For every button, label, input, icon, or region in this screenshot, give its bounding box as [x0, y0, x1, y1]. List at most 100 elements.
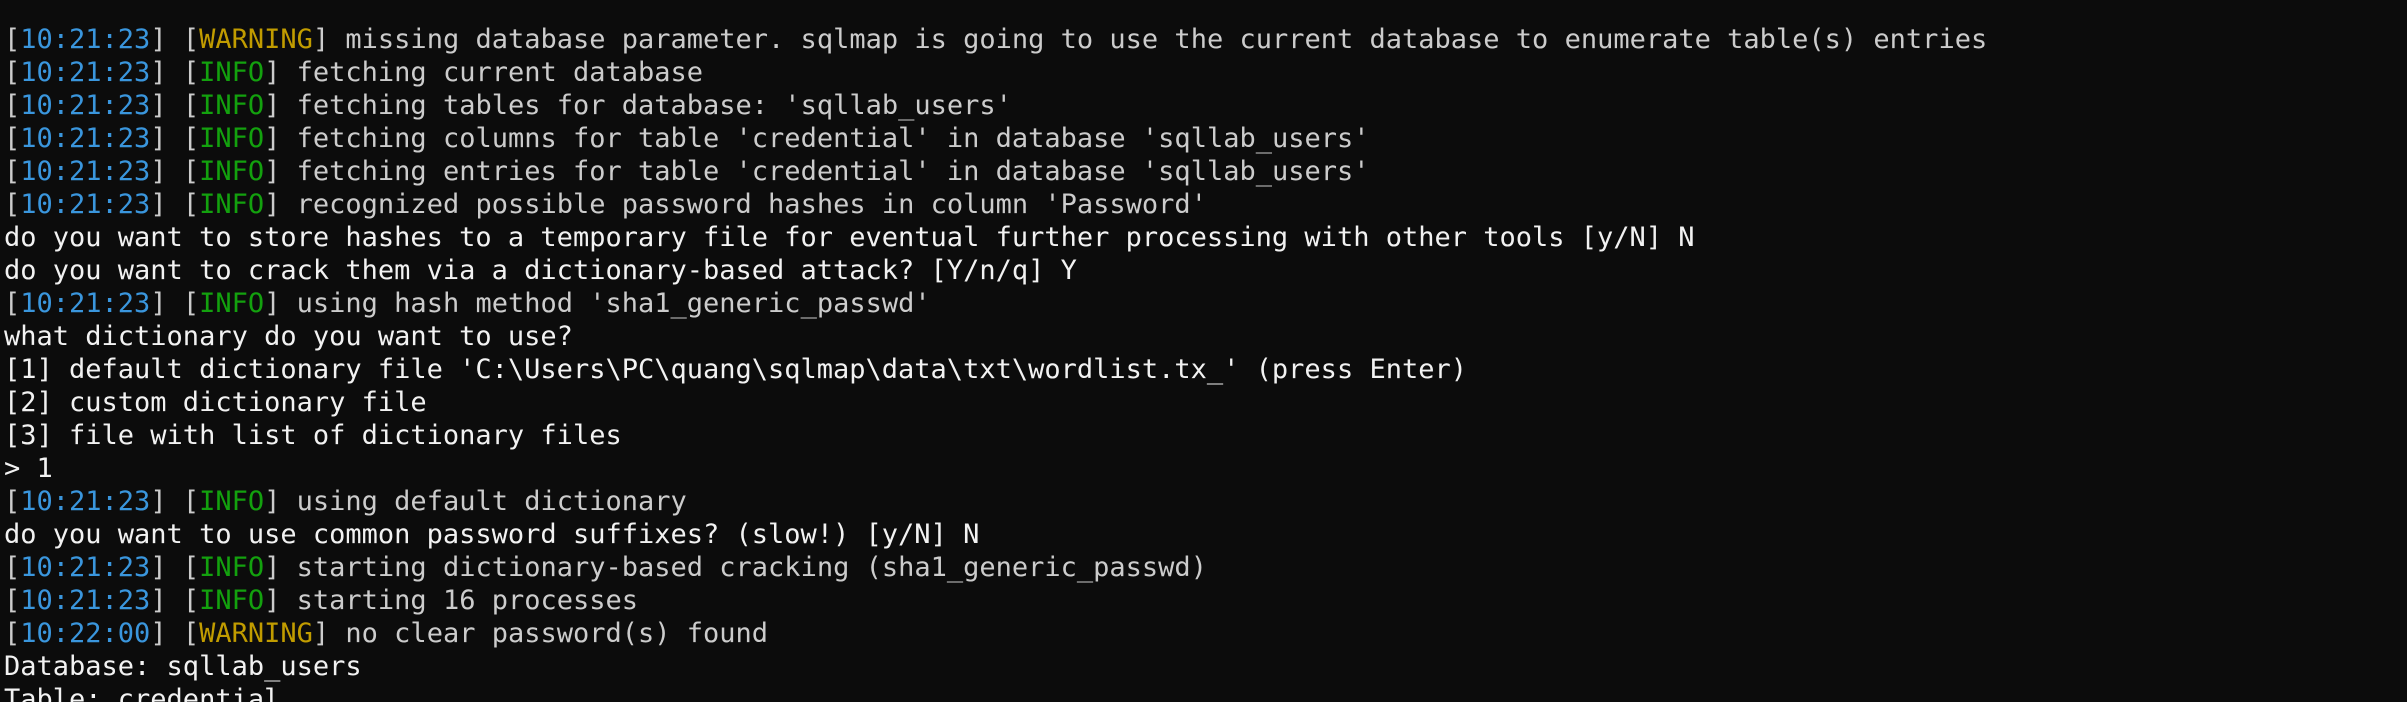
log-level: WARNING: [199, 24, 313, 55]
log-message: fetching current database: [280, 57, 704, 88]
output-text: > 1: [4, 453, 53, 484]
output-text: Database: sqllab_users: [4, 651, 362, 682]
log-timestamp: 10:21:23: [20, 123, 151, 154]
log-timestamp: 10:21:23: [20, 486, 151, 517]
log-timestamp: 10:21:23: [20, 24, 151, 55]
log-message: using hash method 'sha1_generic_passwd': [280, 288, 931, 319]
bracket: [: [4, 123, 21, 154]
output-line: do you want to crack them via a dictiona…: [4, 254, 1987, 287]
output-line: [2] custom dictionary file: [4, 386, 1987, 419]
bracket: [: [4, 486, 21, 517]
bracket: ] [: [150, 552, 200, 583]
bracket: [: [4, 90, 21, 121]
log-message: no clear password(s) found: [329, 618, 769, 649]
bracket: [: [4, 288, 21, 319]
bracket: [: [4, 156, 21, 187]
bracket: ] [: [150, 156, 200, 187]
bracket: [: [4, 552, 21, 583]
bracket: ] [: [150, 24, 200, 55]
output-text: do you want to crack them via a dictiona…: [4, 255, 1077, 286]
bracket: ] [: [150, 189, 200, 220]
log-line: [10:21:23] [INFO] using default dictiona…: [4, 485, 1987, 518]
bracket: ]: [264, 585, 281, 616]
bracket: ]: [264, 288, 281, 319]
log-line: [10:21:23] [INFO] starting dictionary-ba…: [4, 551, 1987, 584]
log-message: missing database parameter. sqlmap is go…: [329, 24, 1988, 55]
bracket: ] [: [150, 57, 200, 88]
output-line: do you want to use common password suffi…: [4, 518, 1987, 551]
bracket: ]: [312, 24, 330, 55]
log-timestamp: 10:21:23: [20, 552, 151, 583]
log-level: WARNING: [199, 618, 313, 649]
bracket: [: [4, 618, 21, 649]
bracket: ]: [264, 90, 281, 121]
log-message: fetching tables for database: 'sqllab_us…: [280, 90, 1012, 121]
log-line: [10:22:00] [WARNING] no clear password(s…: [4, 617, 1987, 650]
log-line: [10:21:23] [INFO] fetching current datab…: [4, 56, 1987, 89]
log-level: INFO: [199, 486, 265, 517]
log-line: [10:21:23] [INFO] starting 16 processes: [4, 584, 1987, 617]
output-text: do you want to store hashes to a tempora…: [4, 222, 1695, 253]
bracket: ]: [264, 156, 281, 187]
log-level: INFO: [199, 288, 265, 319]
bracket: [: [4, 24, 21, 55]
log-timestamp: 10:21:23: [20, 288, 151, 319]
log-level: INFO: [199, 90, 265, 121]
bracket: ]: [264, 189, 281, 220]
bracket: ]: [264, 486, 281, 517]
log-level: INFO: [199, 585, 265, 616]
bracket: [: [4, 189, 21, 220]
log-message: starting 16 processes: [280, 585, 639, 616]
output-text: [3] file with list of dictionary files: [4, 420, 622, 451]
log-timestamp: 10:21:23: [20, 90, 151, 121]
log-timestamp: 10:21:23: [20, 57, 151, 88]
output-line: > 1: [4, 452, 1987, 485]
log-level: INFO: [199, 156, 265, 187]
log-line: [10:21:23] [INFO] recognized possible pa…: [4, 188, 1987, 221]
bracket: ] [: [150, 585, 200, 616]
bracket: ]: [264, 57, 281, 88]
output-text: Table: credential: [4, 684, 281, 702]
bracket: ]: [264, 123, 281, 154]
log-level: INFO: [199, 189, 265, 220]
bracket: ] [: [150, 618, 200, 649]
log-timestamp: 10:21:23: [20, 189, 151, 220]
log-message: recognized possible password hashes in c…: [280, 189, 1207, 220]
output-line: [1] default dictionary file 'C:\Users\PC…: [4, 353, 1987, 386]
log-line: [10:21:23] [INFO] fetching entries for t…: [4, 155, 1987, 188]
log-line: [10:21:23] [INFO] using hash method 'sha…: [4, 287, 1987, 320]
output-line: Database: sqllab_users: [4, 650, 1987, 683]
bracket: ]: [264, 552, 281, 583]
bracket: [: [4, 585, 21, 616]
output-line: [3] file with list of dictionary files: [4, 419, 1987, 452]
log-message: fetching columns for table 'credential' …: [280, 123, 1370, 154]
bracket: ] [: [150, 123, 200, 154]
log-timestamp: 10:22:00: [20, 618, 151, 649]
log-message: using default dictionary: [280, 486, 687, 517]
bracket: ]: [312, 618, 330, 649]
bracket: ] [: [150, 486, 200, 517]
output-line: what dictionary do you want to use?: [4, 320, 1987, 353]
output-text: what dictionary do you want to use?: [4, 321, 573, 352]
output-line: Table: credential: [4, 683, 1987, 702]
output-text: do you want to use common password suffi…: [4, 519, 980, 550]
bracket: ] [: [150, 288, 200, 319]
output-text: [1] default dictionary file 'C:\Users\PC…: [4, 354, 1467, 385]
terminal-window[interactable]: [10:21:23] [WARNING] missing database pa…: [0, 0, 2407, 702]
log-message: fetching entries for table 'credential' …: [280, 156, 1370, 187]
log-line: [10:21:23] [WARNING] missing database pa…: [4, 23, 1987, 56]
terminal-output: [10:21:23] [WARNING] missing database pa…: [4, 0, 1987, 702]
output-text: [2] custom dictionary file: [4, 387, 427, 418]
log-timestamp: 10:21:23: [20, 156, 151, 187]
log-line: [10:21:23] [INFO] fetching tables for da…: [4, 89, 1987, 122]
bracket: [: [4, 57, 21, 88]
log-line: [10:21:23] [INFO] fetching columns for t…: [4, 122, 1987, 155]
log-level: INFO: [199, 123, 265, 154]
bracket: ] [: [150, 90, 200, 121]
log-level: INFO: [199, 552, 265, 583]
output-line: do you want to store hashes to a tempora…: [4, 221, 1987, 254]
log-message: starting dictionary-based cracking (sha1…: [280, 552, 1207, 583]
log-timestamp: 10:21:23: [20, 585, 151, 616]
output-line: [4, 0, 1987, 23]
